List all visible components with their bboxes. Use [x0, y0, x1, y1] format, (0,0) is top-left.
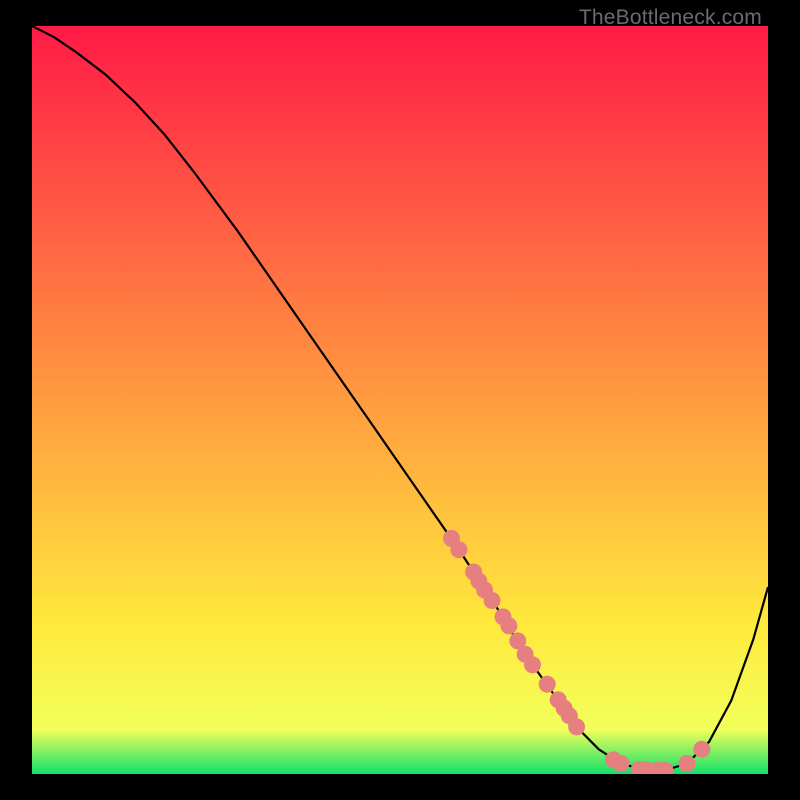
data-marker: [524, 656, 541, 673]
data-marker: [450, 541, 467, 558]
watermark-text: TheBottleneck.com: [579, 6, 762, 30]
data-marker: [539, 676, 556, 693]
plot-frame: [32, 26, 768, 774]
data-marker: [679, 755, 696, 772]
data-marker: [693, 741, 710, 758]
gradient-background: [32, 26, 768, 774]
chart-svg: [32, 26, 768, 774]
data-marker: [484, 592, 501, 609]
data-marker: [568, 718, 585, 735]
data-marker: [612, 755, 629, 772]
data-marker: [500, 617, 517, 634]
